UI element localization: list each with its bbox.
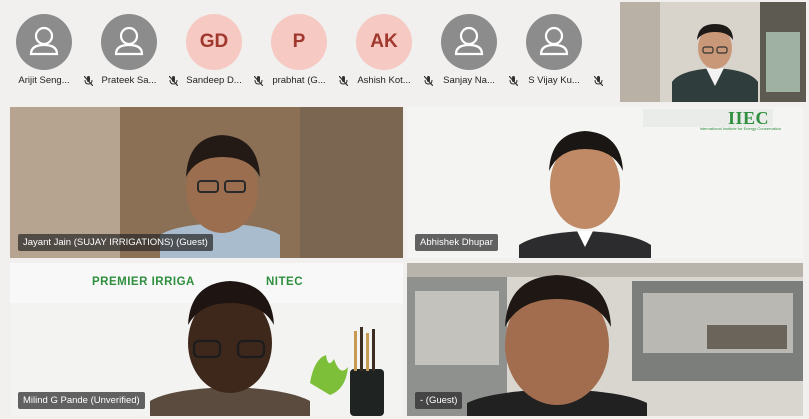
meeting-stage: Arijit Seng... Prateek Sa... GD Sandeep … bbox=[0, 0, 809, 419]
participant-name: Sandeep D... bbox=[186, 75, 242, 86]
participant-name: prabhat (G... bbox=[272, 75, 326, 86]
video-tile[interactable]: IIEC International Institute for Energy … bbox=[407, 107, 803, 258]
premier-logo-left: PREMIER IRRIGA bbox=[92, 276, 195, 288]
video-tile[interactable]: - (Guest) bbox=[407, 263, 803, 416]
participant-name-tag: Abhishek Dhupar bbox=[415, 234, 498, 251]
avatar-initials: GD bbox=[199, 31, 229, 52]
person-icon bbox=[526, 14, 582, 70]
video-tile[interactable]: PREMIER IRRIGA NITEC Milind G Pande (Unv… bbox=[10, 263, 403, 416]
avatar-initials: P bbox=[292, 31, 306, 52]
participant-name: S Vijay Ku... bbox=[528, 75, 580, 86]
participant-name-tag: - (Guest) bbox=[415, 392, 463, 409]
self-view-video[interactable] bbox=[620, 2, 806, 102]
avatar-initials: AK bbox=[370, 31, 398, 52]
avatar: P bbox=[271, 14, 327, 70]
participant-name-tag: Jayant Jain (SUJAY IRRIGATIONS) (Guest) bbox=[18, 234, 213, 251]
participant-tile[interactable]: P prabhat (G... bbox=[257, 0, 348, 100]
participant-tile[interactable]: Sanjay Na... bbox=[427, 0, 518, 100]
mic-muted-icon bbox=[594, 76, 603, 86]
participant-tile[interactable]: Arijit Seng... bbox=[2, 0, 93, 100]
participant-tile[interactable]: Prateek Sa... bbox=[87, 0, 178, 100]
video-tile[interactable]: Jayant Jain (SUJAY IRRIGATIONS) (Guest) bbox=[10, 107, 403, 258]
avatar: AK bbox=[356, 14, 412, 70]
person-icon bbox=[16, 14, 72, 70]
person-icon bbox=[441, 14, 497, 70]
participant-tile[interactable]: AK Ashish Kot... bbox=[342, 0, 433, 100]
participant-name: Ashish Kot... bbox=[357, 75, 411, 86]
participant-tile[interactable]: S Vijay Ku... bbox=[512, 0, 603, 100]
participant-name: Arijit Seng... bbox=[18, 75, 70, 86]
avatar: GD bbox=[186, 14, 242, 70]
participant-name: Sanjay Na... bbox=[443, 75, 495, 86]
person-icon bbox=[101, 14, 157, 70]
participant-tile[interactable]: GD Sandeep D... bbox=[172, 0, 263, 100]
participant-name-tag: Milind G Pande (Unverified) bbox=[18, 392, 145, 409]
iiec-logo-subtitle: International Institute for Energy Conse… bbox=[699, 126, 781, 131]
participant-name: Prateek Sa... bbox=[101, 75, 157, 86]
participant-strip: Arijit Seng... Prateek Sa... GD Sandeep … bbox=[0, 0, 617, 100]
premier-logo-right: NITEC bbox=[266, 276, 303, 288]
